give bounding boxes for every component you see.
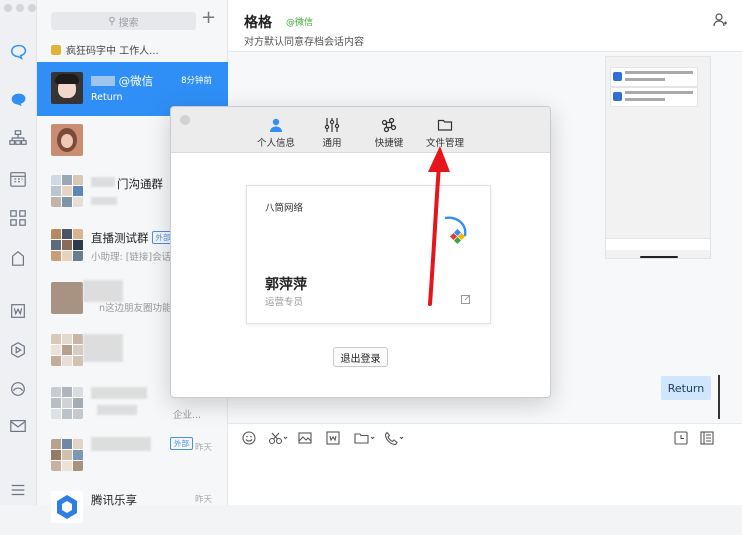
add-member-icon[interactable] (712, 12, 728, 31)
sliders-icon (324, 118, 340, 132)
zoom-window-button[interactable] (28, 4, 36, 12)
profile-name: 郭萍萍 (265, 277, 307, 293)
rail-workbench-icon[interactable] (8, 208, 28, 228)
chat-item-name: 直播测试群 外部 (91, 230, 175, 246)
image-message[interactable] (605, 56, 711, 259)
company-name: 八筒网络 (265, 203, 304, 214)
tab-shortcuts[interactable]: 快捷键 (364, 117, 414, 149)
word-doc-icon[interactable] (326, 431, 340, 445)
group-avatar (51, 175, 83, 207)
chat-item[interactable]: 外部 昨天 (37, 429, 228, 483)
logout-button[interactable]: 退出登录 (333, 347, 388, 367)
company-logo-icon (444, 216, 467, 245)
chat-info-icon[interactable] (700, 431, 714, 445)
minimize-window-button[interactable] (16, 4, 24, 12)
window-controls (4, 4, 36, 12)
folder-icon (437, 119, 453, 131)
chat-item[interactable]: 腾讯乐享 昨天 (37, 481, 228, 535)
chat-item-time: 昨天 (194, 443, 212, 453)
status-notice-text: 疯狂码字中 工作人... (66, 46, 159, 57)
screenshot-icon[interactable] (268, 431, 288, 445)
edit-icon[interactable] (461, 294, 471, 304)
preferences-dialog: 个人信息 通用 快捷键 文件管理 八筒网络 郭萍萍 运营专员 退出登录 (170, 106, 551, 398)
profile-role: 运营专员 (265, 297, 304, 308)
image-icon[interactable] (298, 431, 312, 445)
chat-item-preview: 小助理: [链接]会话存 (91, 252, 181, 263)
chat-source-label: @微信 (286, 18, 314, 28)
command-icon (381, 117, 397, 133)
message-input[interactable] (228, 451, 742, 505)
composer-toolbar (228, 423, 742, 451)
chat-item-name: 外部 (167, 437, 193, 451)
wework-window: ⚲ 搜索 + 疯狂码字中 工作人... @微信 Return 8分钟前 门沟通群… (0, 0, 742, 523)
tab-personal-info[interactable]: 个人信息 (251, 117, 301, 149)
folder-icon[interactable] (354, 431, 376, 445)
rail-mail-icon[interactable] (8, 416, 28, 436)
search-icon: ⚲ (108, 15, 116, 27)
chat-item-time: 8分钟前 (181, 76, 212, 86)
person-icon (270, 118, 282, 132)
phone-icon[interactable] (384, 431, 406, 445)
profile-card: 八筒网络 郭萍萍 运营专员 (246, 185, 491, 324)
group-avatar (51, 387, 83, 419)
avatar (51, 72, 83, 104)
rail-docs-icon[interactable] (8, 248, 28, 268)
rail-meeting-icon[interactable] (8, 340, 28, 360)
scroll-indicator (718, 375, 720, 419)
nav-rail (0, 0, 37, 505)
chat-item-name: 腾讯乐享 (91, 493, 137, 507)
preferences-tabbar: 个人信息 通用 快捷键 文件管理 (171, 107, 550, 153)
rail-chat-icon[interactable] (8, 90, 28, 110)
rail-org-icon[interactable] (8, 128, 28, 148)
message-bubble[interactable]: Return (661, 376, 711, 400)
chat-item-time: 昨天 (194, 495, 212, 505)
close-dialog-button[interactable] (180, 115, 190, 125)
chat-subtitle: 对方默认同意存档会话内容 (244, 37, 364, 48)
chat-title: 格格 (244, 15, 272, 31)
rail-calendar-icon[interactable] (8, 169, 28, 189)
tab-general[interactable]: 通用 (307, 117, 357, 149)
group-avatar (51, 229, 83, 261)
search-placeholder: 搜索 (118, 17, 139, 29)
chat-item-name: @微信 (91, 73, 153, 89)
group-avatar (51, 439, 83, 471)
chat-item-preview: Return (91, 92, 123, 103)
chat-item-preview: n这边朋友圈功能这 (99, 303, 182, 314)
add-icon[interactable]: + (201, 9, 216, 27)
chat-header: 格格 @微信 对方默认同意存档会话内容 (228, 0, 742, 52)
avatar (51, 282, 83, 314)
chat-item-preview: 企业... (173, 410, 202, 421)
rail-messages-icon[interactable] (8, 42, 28, 62)
close-window-button[interactable] (4, 4, 12, 12)
avatar (51, 124, 83, 156)
tab-file-management[interactable]: 文件管理 (420, 117, 470, 149)
rail-cloud-icon[interactable] (8, 379, 28, 399)
status-notice[interactable]: 疯狂码字中 工作人... (51, 42, 159, 57)
rail-word-icon[interactable] (8, 301, 28, 321)
status-icon (51, 44, 61, 55)
emoji-icon[interactable] (242, 431, 256, 445)
external-badge: 外部 (170, 437, 193, 450)
search-input[interactable]: ⚲ 搜索 (51, 12, 196, 30)
avatar (51, 491, 83, 523)
chat-item-name: 门沟通群 (117, 177, 163, 191)
history-icon[interactable] (674, 431, 688, 445)
rail-menu-icon[interactable] (8, 480, 28, 500)
group-avatar (51, 334, 83, 366)
